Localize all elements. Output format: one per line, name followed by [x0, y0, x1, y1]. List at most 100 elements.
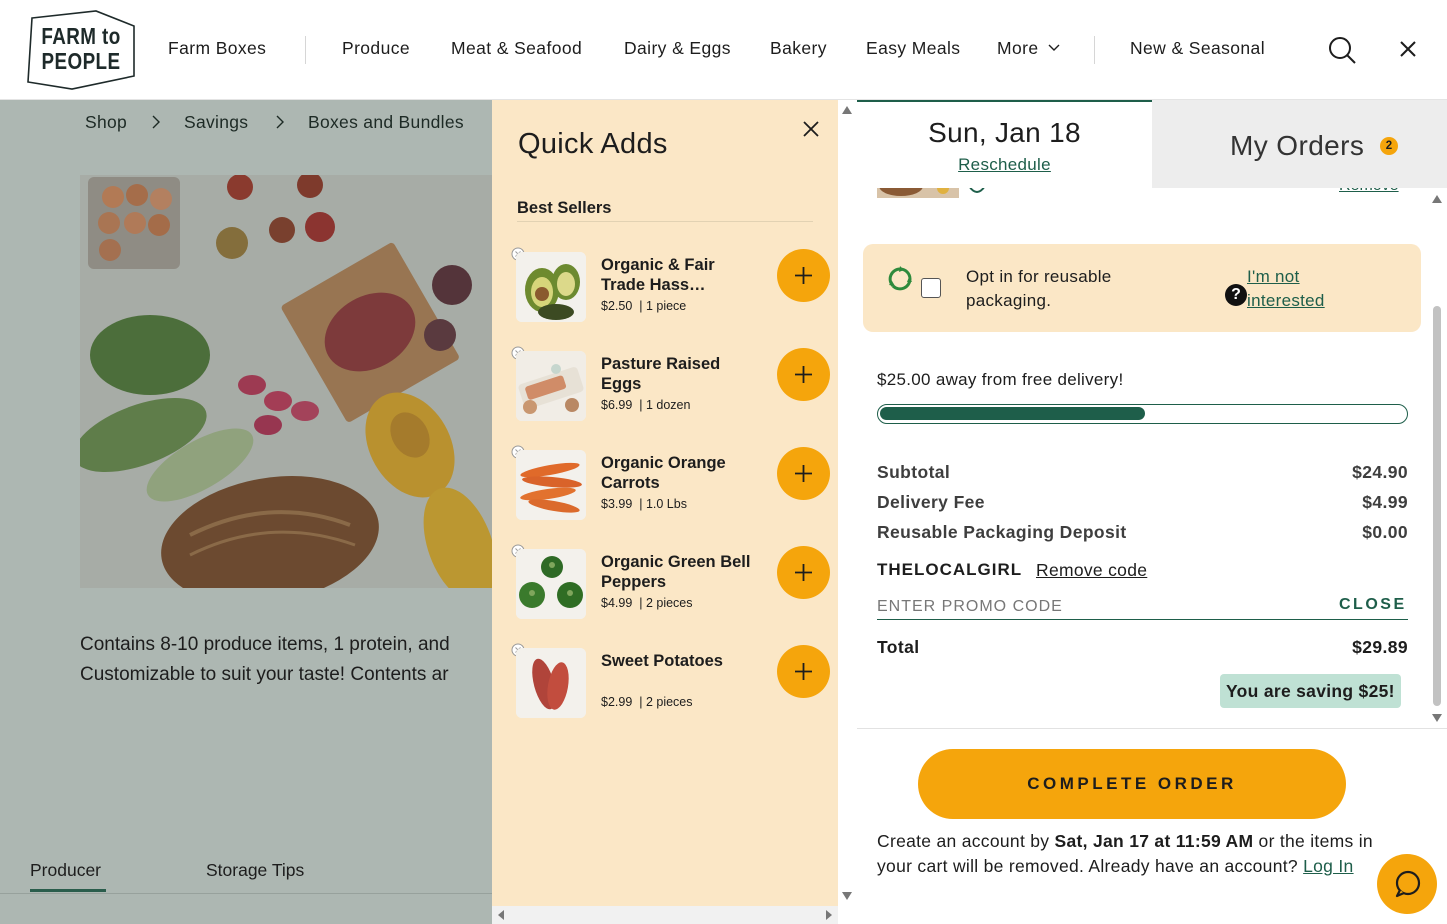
item-name[interactable]: Organic & Fair Trade Hass…	[601, 255, 761, 295]
breadcrumb-boxes-bundles[interactable]: Boxes and Bundles	[308, 112, 464, 133]
packaging-deposit-value: $0.00	[1362, 522, 1408, 542]
complete-order-button[interactable]: COMPLETE ORDER	[918, 749, 1346, 819]
vertical-scrollbar[interactable]	[838, 100, 857, 924]
nav-produce[interactable]: Produce	[342, 38, 410, 59]
promo-close-button[interactable]: CLOSE	[1339, 596, 1407, 614]
chat-bubble-icon	[1395, 870, 1421, 898]
promo-code-input[interactable]	[877, 594, 1408, 620]
breadcrumb-savings[interactable]: Savings	[184, 112, 248, 133]
nav-more-label: More	[997, 38, 1039, 58]
item-unit: 2 pieces	[645, 596, 693, 610]
search-icon[interactable]	[1327, 35, 1357, 65]
item-price-unit: $2.99 | 2 pieces	[601, 695, 693, 709]
subtotal-row: Subtotal $24.90	[877, 462, 1408, 483]
item-name[interactable]: Pasture Raised Eggs	[601, 354, 761, 394]
nav-farm-boxes[interactable]: Farm Boxes	[168, 38, 266, 59]
tab-storage-tips[interactable]: Storage Tips	[206, 860, 304, 881]
item-unit: 1.0 Lbs	[645, 497, 687, 511]
description-line: Contains 8-10 produce items, 1 protein, …	[80, 634, 450, 655]
reusable-packaging-label: Opt in for reusable packaging.	[966, 267, 1112, 310]
plus-icon	[795, 366, 812, 383]
not-interested-link[interactable]: I'm not interested	[1247, 265, 1357, 313]
help-icon[interactable]: ?	[1225, 284, 1247, 306]
plus-icon	[795, 564, 812, 581]
section-divider	[857, 728, 1447, 729]
item-price: $4.99	[601, 596, 633, 610]
item-price-unit: $3.99 | 1.0 Lbs	[601, 497, 687, 511]
item-unit: 2 pieces	[645, 695, 693, 709]
eggs-image	[516, 351, 586, 421]
description-line: Customizable to suit your taste! Content…	[80, 664, 449, 685]
add-to-cart-button[interactable]	[777, 546, 830, 599]
nav-new-seasonal[interactable]: New & Seasonal	[1130, 38, 1265, 59]
subtotal-value: $24.90	[1352, 462, 1408, 482]
add-to-cart-button[interactable]	[777, 249, 830, 302]
close-icon[interactable]	[1394, 35, 1424, 65]
progress-fill	[880, 407, 1145, 420]
nav-easy-meals[interactable]: Easy Meals	[866, 38, 960, 59]
free-delivery-message: $25.00 away from free delivery!	[877, 370, 1124, 389]
product-description: Contains 8-10 produce items, 1 protein, …	[80, 630, 492, 690]
total-row: Total $29.89	[877, 637, 1408, 658]
notice-text: Create an account by	[877, 831, 1055, 851]
close-icon[interactable]	[800, 118, 822, 140]
nav-bakery[interactable]: Bakery	[770, 38, 827, 59]
subtotal-label: Subtotal	[877, 462, 951, 482]
quick-adds-title: Quick Adds	[518, 128, 668, 160]
packaging-deposit-row: Reusable Packaging Deposit $0.00	[877, 522, 1408, 543]
reschedule-link[interactable]: Reschedule	[958, 155, 1051, 175]
product-hero-image	[80, 175, 492, 588]
add-to-cart-button[interactable]	[777, 348, 830, 401]
login-link[interactable]: Log In	[1303, 856, 1353, 876]
item-name[interactable]: Organic Green Bell Peppers	[601, 552, 761, 592]
chevron-right-icon	[151, 114, 161, 135]
quick-add-item: Pasture Raised Eggs $6.99 | 1 dozen	[492, 346, 838, 436]
delivery-fee-row: Delivery Fee $4.99	[877, 492, 1408, 513]
delivery-fee-value: $4.99	[1362, 492, 1408, 512]
nav-meat-seafood[interactable]: Meat & Seafood	[451, 38, 582, 59]
chevron-down-icon	[1048, 44, 1060, 51]
tab-divider	[0, 893, 492, 894]
free-delivery-progress-bar	[877, 404, 1408, 424]
scrollbar-thumb[interactable]	[1433, 306, 1441, 706]
item-price: $6.99	[601, 398, 633, 412]
quick-add-item: Organic Green Bell Peppers $4.99 | 2 pie…	[492, 544, 838, 634]
remove-code-link[interactable]: Remove code	[1036, 560, 1147, 581]
recycle-icon	[887, 266, 913, 292]
packaging-deposit-label: Reusable Packaging Deposit	[877, 522, 1127, 542]
add-to-cart-button[interactable]	[777, 447, 830, 500]
item-price-unit: $4.99 | 2 pieces	[601, 596, 693, 610]
avocado-image	[516, 252, 586, 322]
item-name[interactable]: Sweet Potatoes	[601, 651, 761, 671]
section-divider	[517, 221, 813, 222]
reusable-packaging-checkbox[interactable]	[921, 278, 941, 298]
item-price-unit: $2.50 | 1 piece	[601, 299, 687, 313]
plus-icon	[795, 465, 812, 482]
tab-producer[interactable]: Producer	[30, 860, 101, 881]
quick-add-item: Organic & Fair Trade Hass… $2.50 | 1 pie…	[492, 247, 838, 337]
add-to-cart-button[interactable]	[777, 645, 830, 698]
breadcrumb-shop[interactable]: Shop	[85, 112, 127, 133]
reusable-packaging-banner: Opt in for reusable packaging. ? I'm not…	[863, 244, 1421, 332]
tab-my-orders[interactable]: My Orders 2	[1152, 100, 1447, 188]
quick-adds-panel: Quick Adds Best Sellers Organic & Fair T…	[492, 100, 838, 906]
farm-to-people-logo[interactable]: FARM to PEOPLE	[24, 10, 138, 90]
tab-delivery-date[interactable]: Sun, Jan 18 Reschedule	[857, 100, 1152, 188]
account-notice: Create an account by Sat, Jan 17 at 11:5…	[877, 829, 1397, 879]
item-price-unit: $6.99 | 1 dozen	[601, 398, 691, 412]
plus-icon	[795, 663, 812, 680]
carrots-image	[516, 450, 586, 520]
active-tab-indicator	[30, 889, 106, 892]
horizontal-scrollbar[interactable]	[492, 906, 838, 924]
item-name[interactable]: Organic Orange Carrots	[601, 453, 761, 493]
site-header: FARM to PEOPLE Farm Boxes Produce Meat &…	[0, 0, 1447, 100]
chat-button[interactable]	[1377, 854, 1437, 914]
nav-dairy-eggs[interactable]: Dairy & Eggs	[624, 38, 731, 59]
item-price: $2.99	[601, 695, 633, 709]
delivery-fee-label: Delivery Fee	[877, 492, 985, 512]
nav-more[interactable]: More	[997, 38, 1060, 59]
item-price: $3.99	[601, 497, 633, 511]
delivery-date: Sun, Jan 18	[928, 117, 1081, 148]
cart-panel: Remove Sun, Jan 18 Reschedule My Orders …	[857, 100, 1447, 924]
cart-scrollbar[interactable]	[1428, 188, 1447, 728]
